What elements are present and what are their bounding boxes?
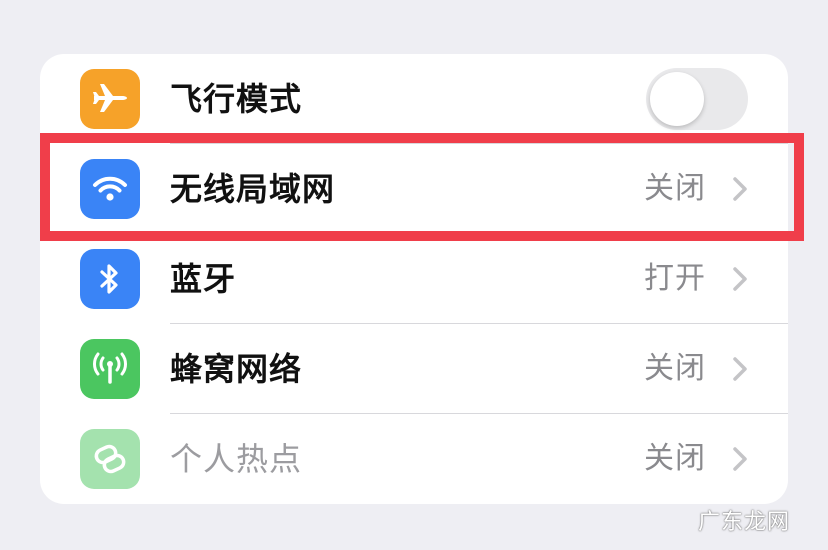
row-personal-hotspot[interactable]: 个人热点 关闭 [40, 414, 788, 504]
settings-card: 飞行模式 无线局域网 关闭 蓝牙 打开 蜂窝网络 关闭 个人热点 关闭 [40, 54, 788, 504]
row-label: 飞行模式 [170, 80, 303, 118]
row-value: 关闭 [644, 351, 706, 386]
row-airplane-mode[interactable]: 飞行模式 [40, 54, 788, 144]
row-value: 打开 [644, 261, 706, 296]
highlight-box [40, 133, 804, 241]
row-label: 个人热点 [170, 440, 303, 478]
row-label: 蓝牙 [170, 260, 237, 298]
chevron-right-icon [733, 447, 747, 471]
chevron-right-icon [733, 357, 747, 381]
cellular-icon [80, 339, 140, 399]
chevron-right-icon [733, 267, 747, 291]
row-cellular[interactable]: 蜂窝网络 关闭 [40, 324, 788, 414]
bluetooth-icon [80, 249, 140, 309]
row-label: 蜂窝网络 [170, 350, 303, 388]
toggle-knob [650, 72, 704, 126]
row-value: 关闭 [644, 441, 706, 476]
airplane-icon [80, 69, 140, 129]
hotspot-icon [80, 429, 140, 489]
watermark: 广东龙网 [697, 510, 790, 535]
airplane-mode-toggle[interactable] [646, 68, 748, 130]
row-bluetooth[interactable]: 蓝牙 打开 [40, 234, 788, 324]
